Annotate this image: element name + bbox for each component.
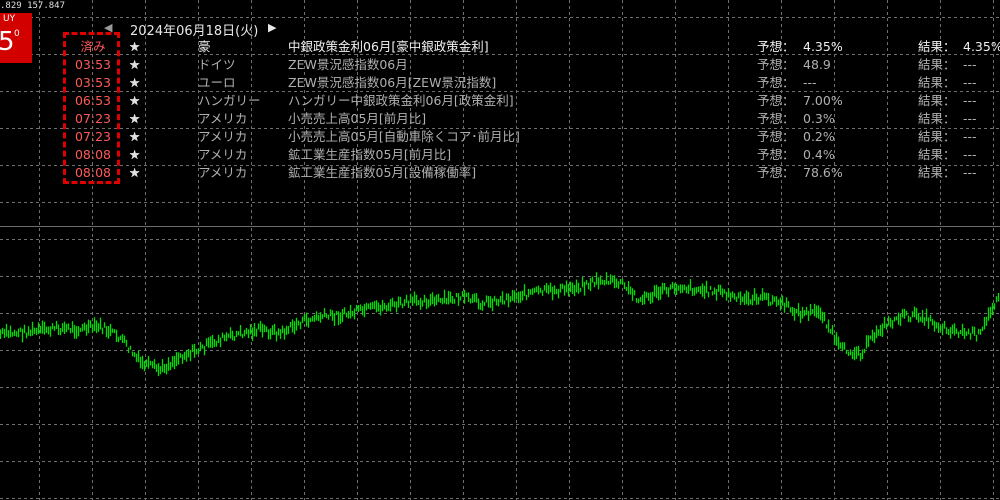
forecast-label: 予想： [757, 75, 795, 90]
forecast-label: 予想： [757, 39, 795, 54]
calendar-event-row[interactable]: 03:53 ★ ★ ★ ユーロ ZEW景況感指数06月[ZEW景況指数] 予想： --- 結果：… [0, 74, 1000, 92]
event-country: 豪 [198, 39, 211, 54]
event-name: ハンガリー中銀政策金利06月[政策金利] [288, 93, 514, 108]
calendar-event-row[interactable]: 08:08 ★ ★ ★ ★ アメリカ 鉱工業生産指数05月[前月比] 予想： 0.4% 結果： --… [0, 146, 1000, 164]
calendar-event-row[interactable]: 08:08 ★ ★ ★ ★ アメリカ 鉱工業生産指数05月[設備稼働率] 予想： 78.6% 結果… [0, 164, 1000, 182]
forecast-value: 0.3% [803, 111, 835, 126]
forecast-label: 予想： [757, 93, 795, 108]
price-readout: .829 157.847 [0, 1, 66, 11]
event-country: アメリカ [198, 165, 248, 180]
event-country: アメリカ [198, 111, 248, 126]
event-name: 鉱工業生産指数05月[設備稼働率] [288, 165, 477, 180]
result-label: 結果： [918, 165, 956, 180]
forecast-label: 予想： [757, 129, 795, 144]
result-value: --- [963, 165, 977, 180]
star-icon: ★ [129, 93, 141, 108]
event-country: ドイツ [198, 57, 236, 72]
event-country: ハンガリー [198, 93, 261, 108]
forecast-value: 48.9 [803, 57, 831, 72]
result-label: 結果： [918, 57, 956, 72]
event-country: アメリカ [198, 129, 248, 144]
star-icon: ★ [129, 75, 141, 90]
event-name: ZEW景況感指数06月[ZEW景況指数] [288, 75, 497, 90]
result-label: 結果： [918, 111, 956, 126]
result-label: 結果： [918, 147, 956, 162]
result-value: --- [963, 57, 977, 72]
event-name: 小売売上高05月[前月比] [288, 111, 427, 126]
forecast-label: 予想： [757, 111, 795, 126]
event-name: ZEW景況感指数06月 [288, 57, 408, 72]
result-value: --- [963, 129, 977, 144]
calendar-event-row[interactable]: 07:23 ★ ★ ★ ★ ★ アメリカ 小売売上高05月[自動車除くコア･前月比] 予想： 0.… [0, 128, 1000, 146]
next-day-icon[interactable]: ▶ [268, 21, 276, 34]
calendar-event-row[interactable]: 03:53 ★ ★ ★ ★ ドイツ ZEW景況感指数06月 予想： 48.9 結果： --- [0, 56, 1000, 74]
forecast-label: 予想： [757, 57, 795, 72]
star-icon: ★ [129, 129, 141, 144]
calendar-event-row[interactable]: 07:23 ★ ★ ★ ★ ★ アメリカ 小売売上高05月[前月比] 予想： 0.3% 結果： --- [0, 110, 1000, 128]
forecast-value: 78.6% [803, 165, 843, 180]
event-name: 中銀政策金利06月[豪中銀政策金利] [288, 39, 489, 54]
result-label: 結果： [918, 75, 956, 90]
forecast-value: 0.4% [803, 147, 835, 162]
forecast-value: 0.2% [803, 129, 835, 144]
result-value: --- [963, 111, 977, 126]
calendar-event-row[interactable]: 済み ★ ★ ★ ★ 豪中銀政策金利06月[豪中銀政策金利] 予想： 4.35% 結果： 4.35… [0, 38, 1000, 56]
buy-label: UY [3, 14, 16, 24]
forecast-value: --- [803, 75, 817, 90]
forecast-label: 予想： [757, 147, 795, 162]
time-column-highlight-box [63, 32, 120, 184]
star-icon: ★ [129, 147, 141, 162]
calendar-event-row[interactable]: 06:53 ★ ★ ★ ★ ハンガリー ハンガリー中銀政策金利06月[政策金利] 予想： 7.0… [0, 92, 1000, 110]
event-country: ユーロ [198, 75, 236, 90]
result-value: --- [963, 93, 977, 108]
star-icon: ★ [129, 39, 141, 54]
star-icon: ★ [129, 57, 141, 72]
result-label: 結果： [918, 93, 956, 108]
event-country: アメリカ [198, 147, 248, 162]
star-icon: ★ [129, 165, 141, 180]
calendar-date: 2024年06月18日(火) [130, 24, 259, 39]
result-value: 4.35% [963, 39, 1000, 54]
result-value: --- [963, 75, 977, 90]
star-icon: ★ [129, 111, 141, 126]
result-value: --- [963, 147, 977, 162]
event-name: 鉱工業生産指数05月[前月比] [288, 147, 452, 162]
forecast-label: 予想： [757, 165, 795, 180]
event-name: 小売売上高05月[自動車除くコア･前月比] [288, 129, 520, 144]
candle-series [0, 272, 1000, 377]
result-label: 結果： [918, 39, 956, 54]
forecast-value: 4.35% [803, 39, 843, 54]
forecast-value: 7.00% [803, 93, 843, 108]
result-label: 結果： [918, 129, 956, 144]
